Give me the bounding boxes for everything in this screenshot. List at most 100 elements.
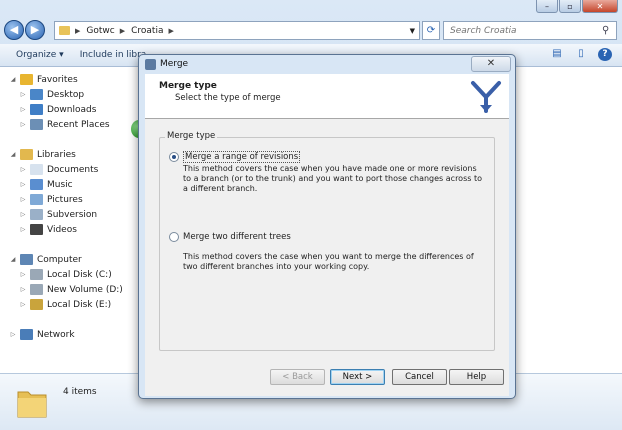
wizard-header-subtitle: Select the type of merge xyxy=(175,93,281,103)
merge-two-trees-description: This method covers the case when you wan… xyxy=(183,252,474,271)
collapse-arrow-icon[interactable]: ▷ xyxy=(18,301,28,308)
window-close-button[interactable]: ✕ xyxy=(582,0,618,13)
nav-item-label: Local Disk (E:) xyxy=(47,299,112,310)
nav-item[interactable]: ◢ Computer xyxy=(8,252,82,267)
videos-icon xyxy=(30,224,43,235)
radio-button[interactable] xyxy=(169,232,179,242)
help-button[interactable]: Help xyxy=(449,369,504,385)
wizard-header: Merge type Select the type of merge xyxy=(145,74,509,119)
nav-item[interactable]: ▷ Local Disk (E:) xyxy=(18,297,111,312)
organize-button[interactable]: Organize ▾ xyxy=(16,50,64,60)
collapse-arrow-icon[interactable]: ▷ xyxy=(18,271,28,278)
subversion-icon xyxy=(30,209,43,220)
collapse-arrow-icon[interactable]: ▷ xyxy=(18,121,28,128)
nav-item[interactable]: ◢ Favorites xyxy=(8,72,78,87)
merge-dialog: Merge ✕ Merge type Select the type of me… xyxy=(138,54,516,399)
navigation-pane: ◢ Favorites ▷ Desktop ▷ Downloads ▷ Recent Plac… xyxy=(0,67,138,373)
wizard-button-bar: < Back Next > Cancel Help xyxy=(145,363,509,396)
breadcrumb-segment[interactable]: Gotwc xyxy=(86,26,114,36)
merge-range-label[interactable]: Merge a range of revisions xyxy=(183,151,301,163)
documents-icon xyxy=(30,164,43,175)
nav-item[interactable]: ▷ Downloads xyxy=(18,102,96,117)
wizard-header-title: Merge type xyxy=(159,81,217,91)
item-count: 4 items xyxy=(63,387,97,397)
nav-item[interactable]: ▷ Network xyxy=(8,327,75,342)
nav-item[interactable]: ▷ Documents xyxy=(18,162,98,177)
nav-item-label: Pictures xyxy=(47,194,83,205)
collapse-arrow-icon[interactable]: ▷ xyxy=(18,286,28,293)
nav-item[interactable]: ▷ New Volume (D:) xyxy=(18,282,123,297)
drive-icon xyxy=(30,269,43,280)
nav-item-label: Network xyxy=(37,329,75,340)
collapse-arrow-icon[interactable]: ▷ xyxy=(18,226,28,233)
merge-two-trees-label[interactable]: Merge two different trees xyxy=(183,232,291,242)
recent-places-icon xyxy=(30,119,43,130)
search-input[interactable] xyxy=(448,24,602,37)
music-icon xyxy=(30,179,43,190)
radio-button-checked[interactable] xyxy=(169,152,179,162)
merge-two-trees-radio[interactable]: Merge two different trees xyxy=(169,232,291,242)
nav-item[interactable]: ◢ Libraries xyxy=(8,147,76,162)
dialog-close-button[interactable]: ✕ xyxy=(471,56,511,72)
search-box[interactable]: ⚲ xyxy=(443,21,617,40)
next-button[interactable]: Next > xyxy=(330,369,385,385)
nav-item[interactable]: ▷ Recent Places xyxy=(18,117,110,132)
minimize-button[interactable]: – xyxy=(536,0,558,13)
collapse-arrow-icon[interactable]: ▷ xyxy=(18,211,28,218)
collapse-arrow-icon[interactable]: ▷ xyxy=(18,181,28,188)
chevron-right-icon[interactable]: ▶ xyxy=(120,27,125,35)
collapse-arrow-icon[interactable]: ▷ xyxy=(18,91,28,98)
expand-arrow-icon[interactable]: ▷ xyxy=(8,331,18,338)
desktop-icon xyxy=(30,89,43,100)
nav-item-label: Subversion xyxy=(47,209,98,220)
nav-item[interactable]: ▷ Music xyxy=(18,177,73,192)
maximize-button[interactable]: ▫ xyxy=(559,0,581,13)
nav-item[interactable]: ▷ Videos xyxy=(18,222,77,237)
dialog-title-bar[interactable]: Merge xyxy=(139,55,515,73)
libraries-icon xyxy=(20,149,33,160)
view-controls: ▤ ▯ ? xyxy=(550,48,612,61)
merge-logo-icon xyxy=(471,81,501,113)
help-icon[interactable]: ? xyxy=(598,48,612,61)
nav-item-label: Downloads xyxy=(47,104,97,115)
star-icon xyxy=(20,74,33,85)
preview-pane-icon[interactable]: ▯ xyxy=(574,48,588,61)
nav-item[interactable]: ▷ Local Disk (C:) xyxy=(18,267,112,282)
forward-arrow-icon[interactable]: ▶ xyxy=(25,20,45,40)
drive-icon xyxy=(30,284,43,295)
collapse-arrow-icon[interactable]: ▷ xyxy=(18,166,28,173)
nav-item-label: Music xyxy=(47,179,73,190)
cancel-button[interactable]: Cancel xyxy=(392,369,447,385)
chevron-right-icon[interactable]: ▶ xyxy=(75,27,80,35)
drive-locked-icon xyxy=(30,299,43,310)
back-arrow-icon[interactable]: ◀ xyxy=(4,20,24,40)
network-icon xyxy=(20,329,33,340)
expand-arrow-icon[interactable]: ◢ xyxy=(8,151,18,158)
collapse-arrow-icon[interactable]: ▷ xyxy=(18,196,28,203)
expand-arrow-icon[interactable]: ◢ xyxy=(8,256,18,263)
address-bar[interactable]: ▶ Gotwc ▶ Croatia ▶ ▼ xyxy=(54,21,420,40)
folder-icon xyxy=(59,26,70,35)
back-button[interactable]: < Back xyxy=(270,369,325,385)
refresh-icon[interactable]: ⟳ xyxy=(422,21,440,40)
view-options-icon[interactable]: ▤ xyxy=(550,48,564,61)
include-in-library-button[interactable]: Include in libra xyxy=(80,50,147,60)
nav-item-label: Recent Places xyxy=(47,119,110,130)
breadcrumb-segment[interactable]: Croatia xyxy=(131,26,163,36)
merge-app-icon xyxy=(145,58,156,70)
merge-range-radio[interactable]: Merge a range of revisions xyxy=(169,151,301,163)
nav-item-label: New Volume (D:) xyxy=(47,284,123,295)
pictures-icon xyxy=(30,194,43,205)
collapse-arrow-icon[interactable]: ▷ xyxy=(18,106,28,113)
nav-item[interactable]: ▷ Desktop xyxy=(18,87,84,102)
chevron-right-icon[interactable]: ▶ xyxy=(168,27,173,35)
search-icon[interactable]: ⚲ xyxy=(602,25,609,36)
nav-item-label: Favorites xyxy=(37,74,78,85)
chevron-down-icon[interactable]: ▼ xyxy=(410,27,415,35)
navigation-bar: ◀ ▶ ▶ Gotwc ▶ Croatia ▶ ▼ ⟳ ⚲ xyxy=(0,18,622,42)
nav-item[interactable]: ▷ Pictures xyxy=(18,192,83,207)
nav-item[interactable]: ▷ Subversion xyxy=(18,207,97,222)
expand-arrow-icon[interactable]: ◢ xyxy=(8,76,18,83)
folder-icon xyxy=(17,391,47,418)
downloads-icon xyxy=(30,104,43,115)
